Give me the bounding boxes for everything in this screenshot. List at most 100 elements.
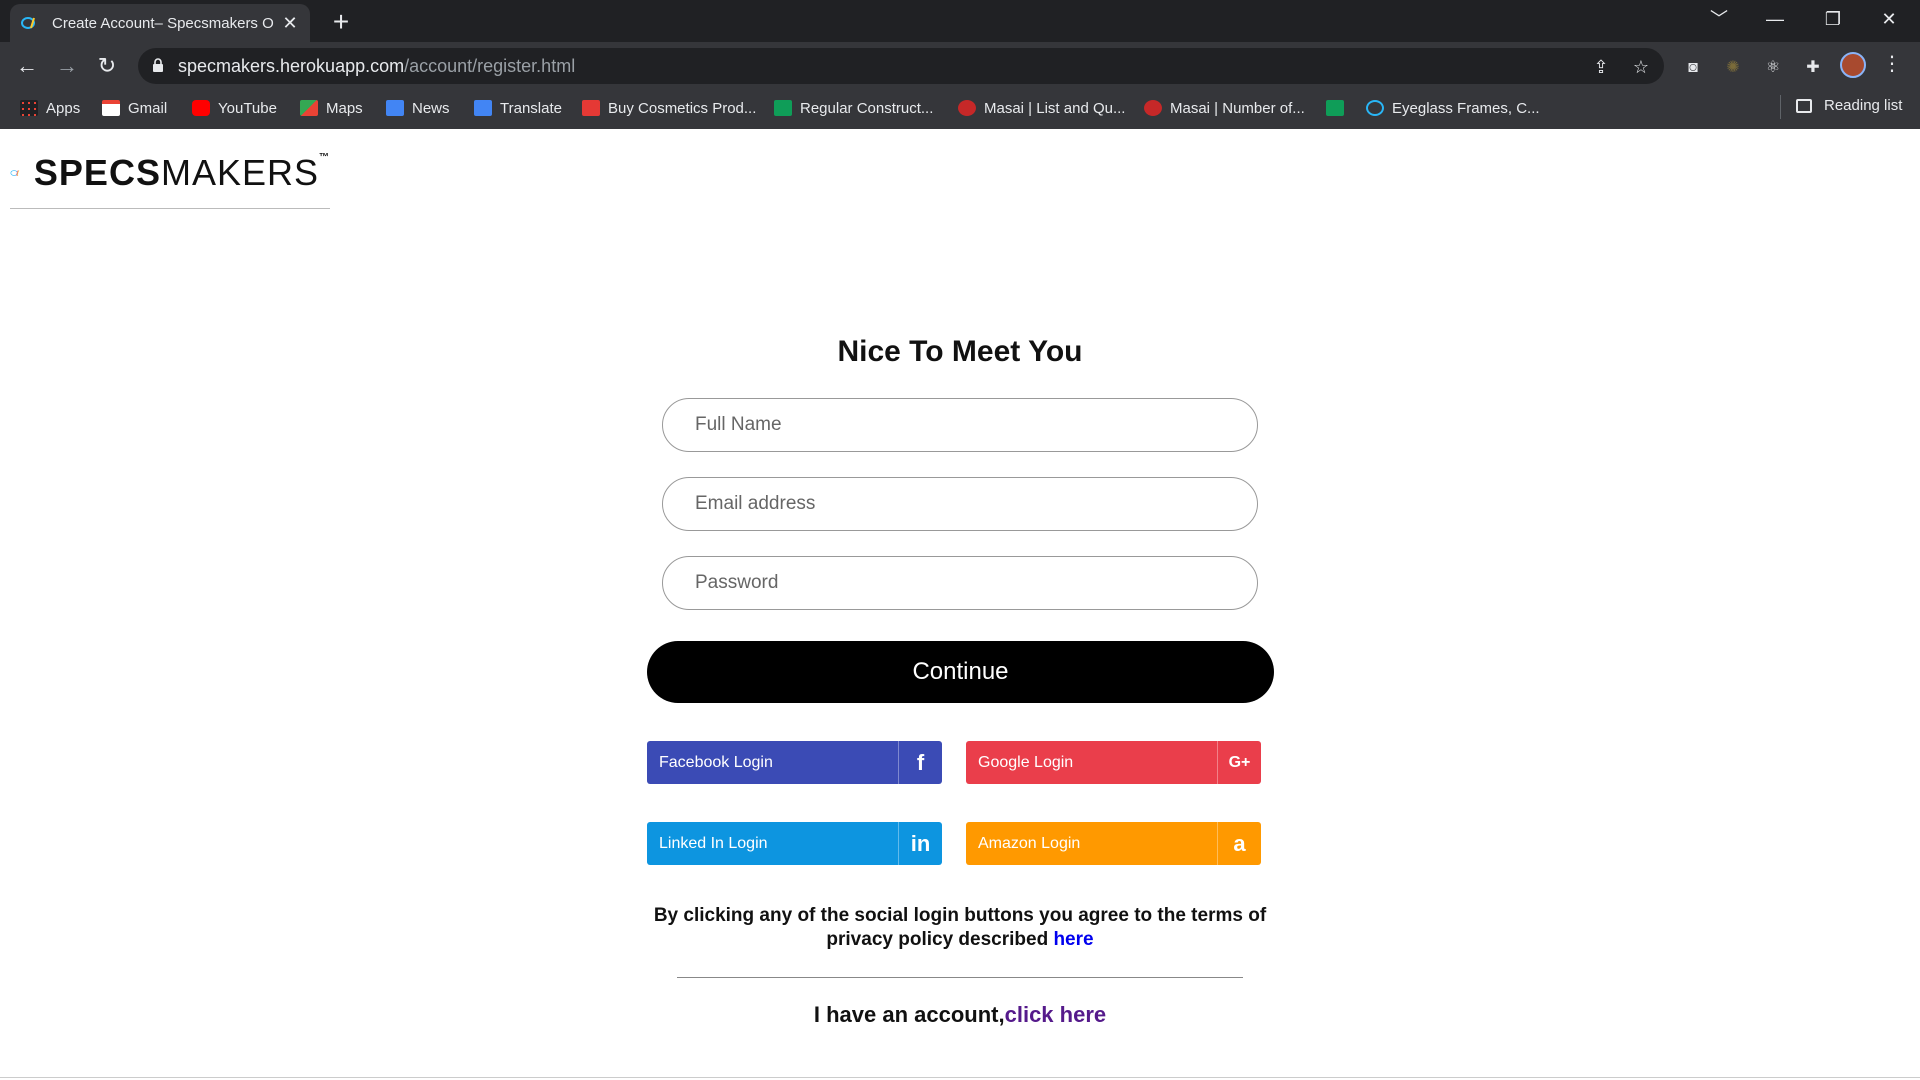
bookmark-label: Buy Cosmetics Prod... bbox=[608, 99, 757, 117]
masai-icon bbox=[958, 100, 976, 116]
privacy-policy-link[interactable]: here bbox=[1053, 929, 1093, 950]
new-tab-button[interactable]: + bbox=[326, 6, 356, 38]
bookmark-label: Masai | List and Qu... bbox=[984, 99, 1126, 117]
tab-strip: Create Account– Specsmakers O ✕ + ﹀ — ❐ … bbox=[0, 0, 1920, 42]
specsmakers-favicon-icon bbox=[21, 17, 35, 29]
linkedin-login-label: Linked In Login bbox=[659, 834, 768, 852]
bookmark-masai-list[interactable]: Masai | List and Qu... bbox=[958, 97, 1125, 119]
bookmark-youtube[interactable]: YouTube bbox=[192, 97, 277, 119]
bookmark-label: Translate bbox=[500, 99, 562, 117]
bookmark-news[interactable]: News bbox=[386, 97, 450, 119]
terms-text: By clicking any of the social login butt… bbox=[653, 905, 1267, 950]
logo-text-bold: SPECS bbox=[33, 152, 161, 193]
extension-sun-icon[interactable]: ✺ bbox=[1722, 57, 1744, 79]
specsmakers-icon bbox=[1366, 100, 1384, 116]
plus-green-icon bbox=[1326, 100, 1344, 116]
apps-grid-icon bbox=[20, 100, 38, 116]
have-account-text: I have an account, bbox=[813, 1002, 1005, 1027]
have-account-prompt: I have an account,click here bbox=[0, 1002, 1920, 1028]
logo-text: SPECSMAKERS™ bbox=[34, 152, 330, 194]
page-title: Nice To Meet You bbox=[837, 335, 1083, 368]
bookmark-eyeglass-frames[interactable]: Eyeglass Frames, C... bbox=[1366, 97, 1540, 119]
bookmark-label: Maps bbox=[326, 99, 363, 117]
bookmarks-divider bbox=[1780, 95, 1781, 119]
bookmark-translate[interactable]: Translate bbox=[474, 97, 562, 119]
reload-icon[interactable]: ↻ bbox=[92, 51, 122, 81]
logo-trademark: ™ bbox=[319, 152, 330, 163]
reading-list-button[interactable]: Reading list bbox=[1796, 97, 1902, 114]
bookmarks-bar: Apps Gmail YouTube Maps News Translate B… bbox=[0, 90, 1920, 124]
logo-rings-icon bbox=[10, 170, 20, 176]
amazon-login-label: Amazon Login bbox=[978, 834, 1081, 852]
forward-arrow-icon[interactable]: → bbox=[52, 51, 82, 81]
navigation-bar: ← → ↻ specmakers.herokuapp.com/account/r… bbox=[0, 42, 1920, 88]
browser-tab[interactable]: Create Account– Specsmakers O ✕ bbox=[10, 4, 310, 42]
address-bar[interactable]: specmakers.herokuapp.com/account/registe… bbox=[138, 48, 1664, 84]
url-host: specmakers.herokuapp.com bbox=[178, 56, 405, 76]
tab-title: Create Account– Specsmakers O bbox=[52, 14, 274, 32]
logo-text-light: MAKERS bbox=[160, 152, 319, 193]
bookmark-label: YouTube bbox=[218, 99, 277, 117]
login-link[interactable]: click here bbox=[1005, 1002, 1107, 1027]
bookmark-cosmetics[interactable]: Buy Cosmetics Prod... bbox=[582, 97, 756, 119]
extensions-puzzle-icon[interactable]: ✚ bbox=[1802, 57, 1824, 79]
restore-button[interactable]: ❐ bbox=[1810, 4, 1856, 34]
extension-react-icon[interactable]: ⚛ bbox=[1762, 57, 1784, 79]
bookmark-masai-number[interactable]: Masai | Number of... bbox=[1144, 97, 1305, 119]
amazon-icon: a bbox=[1217, 822, 1261, 865]
cosmetics-icon bbox=[582, 100, 600, 116]
bookmark-label: News bbox=[412, 99, 450, 117]
menu-kebab-icon[interactable]: ⋮ bbox=[1882, 54, 1902, 74]
bookmark-maps[interactable]: Maps bbox=[300, 97, 363, 119]
bookmark-green-plus[interactable] bbox=[1326, 97, 1352, 119]
page-bottom-border bbox=[0, 1077, 1920, 1078]
bookmark-label: Eyeglass Frames, C... bbox=[1392, 99, 1540, 117]
youtube-icon bbox=[192, 100, 210, 116]
facebook-icon: f bbox=[898, 741, 942, 784]
back-arrow-icon[interactable]: ← bbox=[12, 51, 42, 81]
facebook-login-label: Facebook Login bbox=[659, 753, 773, 771]
masai-icon bbox=[1144, 100, 1162, 116]
specsmakers-logo[interactable]: SPECSMAKERS™ bbox=[10, 152, 330, 194]
page-content: SPECSMAKERS™ Nice To Meet You Continue F… bbox=[0, 129, 1920, 1080]
maps-icon bbox=[300, 100, 318, 116]
google-login-label: Google Login bbox=[978, 753, 1074, 771]
browser-chrome: Create Account– Specsmakers O ✕ + ﹀ — ❐ … bbox=[0, 0, 1920, 129]
terms-notice: By clicking any of the social login butt… bbox=[640, 904, 1280, 952]
tab-search-icon[interactable]: ﹀ bbox=[1696, 4, 1742, 34]
profile-avatar[interactable] bbox=[1840, 52, 1866, 78]
continue-button[interactable]: Continue bbox=[647, 641, 1274, 703]
amazon-login-button[interactable]: Amazon Login a bbox=[966, 822, 1261, 865]
gmail-icon bbox=[102, 100, 120, 116]
bookmark-label: Apps bbox=[46, 99, 81, 117]
reading-list-icon bbox=[1796, 98, 1812, 113]
url-path: /account/register.html bbox=[404, 56, 576, 76]
section-divider bbox=[677, 977, 1243, 978]
bookmark-label: Gmail bbox=[128, 99, 168, 117]
share-icon[interactable]: ⇪ bbox=[1588, 54, 1614, 80]
translate-icon bbox=[474, 100, 492, 116]
extension-screenshot-icon[interactable]: ◙ bbox=[1682, 57, 1704, 79]
url-text: specmakers.herokuapp.com/account/registe… bbox=[178, 56, 575, 77]
bookmark-apps[interactable]: Apps bbox=[20, 97, 80, 119]
bookmark-star-icon[interactable]: ☆ bbox=[1628, 54, 1654, 80]
password-input[interactable] bbox=[662, 556, 1258, 610]
facebook-login-button[interactable]: Facebook Login f bbox=[647, 741, 942, 784]
reading-list-label: Reading list bbox=[1824, 97, 1903, 114]
plus-green-icon bbox=[774, 100, 792, 116]
bookmark-gmail[interactable]: Gmail bbox=[102, 97, 167, 119]
linkedin-login-button[interactable]: Linked In Login in bbox=[647, 822, 942, 865]
bookmark-regular-construct[interactable]: Regular Construct... bbox=[774, 97, 933, 119]
close-window-button[interactable]: ✕ bbox=[1866, 4, 1912, 34]
google-login-button[interactable]: Google Login G+ bbox=[966, 741, 1261, 784]
google-plus-icon: G+ bbox=[1217, 741, 1261, 784]
full-name-input[interactable] bbox=[662, 398, 1258, 452]
news-icon bbox=[386, 100, 404, 116]
email-input[interactable] bbox=[662, 477, 1258, 531]
linkedin-icon: in bbox=[898, 822, 942, 865]
logo-underline bbox=[10, 208, 330, 209]
tab-close-icon[interactable]: ✕ bbox=[280, 13, 300, 34]
bookmark-label: Regular Construct... bbox=[800, 99, 934, 117]
bookmark-label: Masai | Number of... bbox=[1170, 99, 1305, 117]
minimize-button[interactable]: — bbox=[1752, 4, 1798, 34]
